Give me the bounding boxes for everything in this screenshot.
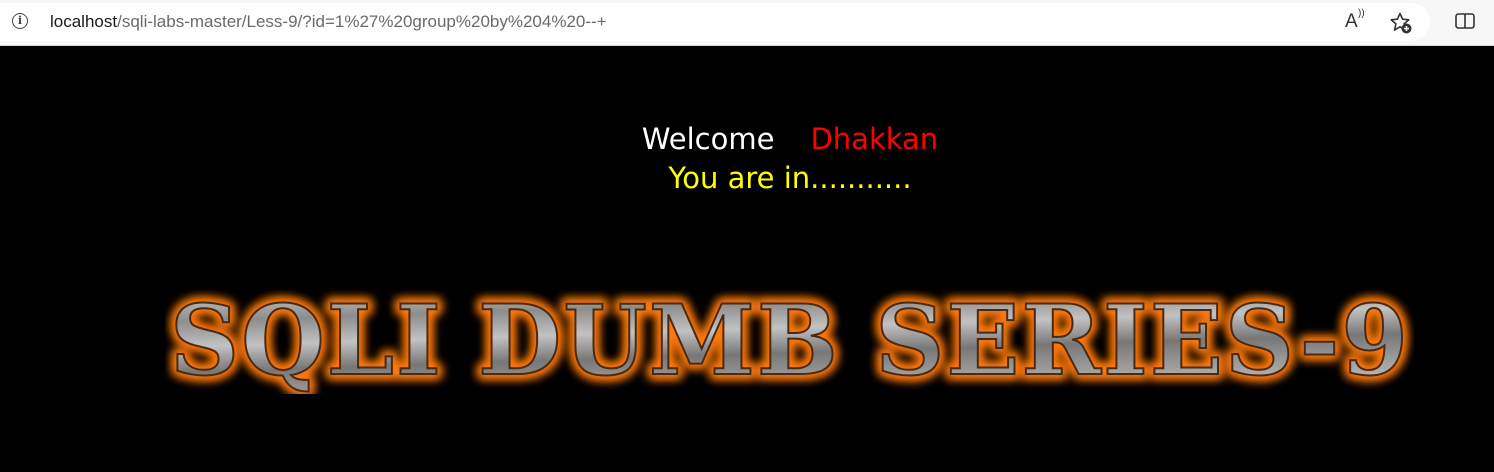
read-aloud-icon[interactable]: A)) [1345, 8, 1365, 33]
page-content: Welcome Dhakkan You are in........... SQL… [0, 46, 1494, 472]
address-bar[interactable]: i localhost/sqli-labs-master/Less-9/?id=… [0, 3, 1430, 41]
banner-text: SQLI DUMB SERIES-9 [170, 284, 1410, 394]
series-banner-image: SQLI DUMB SERIES-9 SQLI DUMB SERIES-9 [166, 280, 1412, 394]
url-path: /sqli-labs-master/Less-9/?id=1%27%20grou… [117, 12, 607, 31]
url-host: localhost [50, 12, 118, 31]
add-favorite-icon[interactable] [1389, 11, 1413, 35]
url-text[interactable]: localhost/sqli-labs-master/Less-9/?id=1%… [50, 12, 607, 32]
split-screen-icon[interactable] [1455, 13, 1475, 29]
site-info-icon[interactable]: i [12, 13, 28, 29]
welcome-text: Welcome [641, 122, 775, 156]
status-message: You are in........... [668, 161, 912, 195]
welcome-line: Welcome Dhakkan [0, 122, 1494, 156]
browser-toolbar: i localhost/sqli-labs-master/Less-9/?id=… [0, 0, 1494, 46]
username-text: Dhakkan [810, 122, 939, 156]
